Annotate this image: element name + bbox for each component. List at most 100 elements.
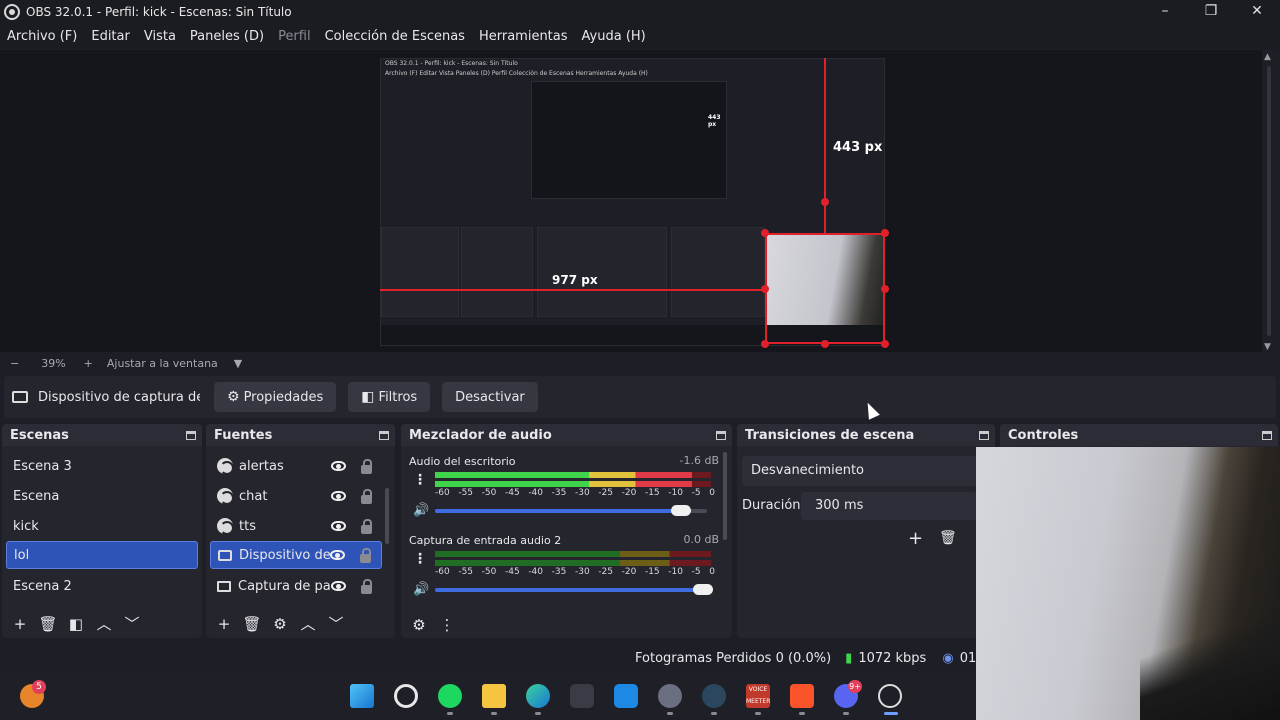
- resize-handle-b[interactable]: [821, 340, 829, 348]
- scene-item[interactable]: Escena 2: [6, 572, 198, 600]
- menu-scene-collection[interactable]: Colección de Escenas: [318, 29, 472, 44]
- properties-button[interactable]: ⚙ Propiedades: [214, 382, 337, 412]
- menu-profile[interactable]: Perfil: [271, 29, 318, 44]
- undock-icon[interactable]: [379, 430, 389, 440]
- trash-icon[interactable]: 🗑: [939, 530, 957, 546]
- scene-item[interactable]: Escena: [6, 482, 198, 510]
- volume-slider[interactable]: [435, 584, 713, 595]
- speaker-icon[interactable]: 🔊: [413, 503, 429, 518]
- resize-handle-br[interactable]: [881, 340, 889, 348]
- lock-icon[interactable]: [361, 519, 372, 534]
- resize-handle-r[interactable]: [881, 285, 889, 293]
- obs-taskbar-icon[interactable]: [878, 684, 902, 708]
- scroll-up-icon[interactable]: ▲: [1264, 52, 1271, 62]
- lock-icon[interactable]: [361, 579, 372, 594]
- menu-edit[interactable]: Editar: [84, 29, 137, 44]
- lock-icon[interactable]: [361, 489, 372, 504]
- zoom-out-button[interactable]: −: [10, 357, 19, 370]
- menu-tools[interactable]: Herramientas: [472, 29, 575, 44]
- mixer-channel: Captura de entrada audio 2 0.0 dB ⋮ -60-…: [409, 533, 719, 597]
- recording-status-icon: ◉: [942, 650, 954, 666]
- minimize-button[interactable]: –: [1142, 0, 1188, 24]
- zoom-dropdown-icon[interactable]: ▼: [234, 357, 242, 370]
- tick: -15: [644, 567, 660, 577]
- more-options-icon[interactable]: ⋮: [433, 616, 461, 634]
- maximize-button[interactable]: ❐: [1188, 0, 1234, 24]
- eye-icon[interactable]: [331, 461, 346, 471]
- spotify-icon[interactable]: [438, 684, 462, 708]
- eye-icon[interactable]: [331, 491, 346, 501]
- outlook-icon[interactable]: [614, 684, 638, 708]
- volume-slider[interactable]: [435, 505, 707, 516]
- menu-view[interactable]: Vista: [137, 29, 183, 44]
- scene-item[interactable]: kick: [6, 512, 198, 540]
- resize-handle-bl[interactable]: [761, 340, 769, 348]
- settings-icon[interactable]: [658, 684, 682, 708]
- transition-select[interactable]: Desvanecimiento: [742, 456, 978, 486]
- lock-icon[interactable]: [360, 548, 371, 563]
- mixer-scrollbar[interactable]: [723, 452, 727, 540]
- windows-start-icon[interactable]: [350, 684, 374, 708]
- scrollbar-track[interactable]: [1267, 66, 1271, 336]
- advanced-audio-icon[interactable]: ⚙: [405, 616, 433, 634]
- resize-handle-l[interactable]: [761, 285, 769, 293]
- source-item-selected[interactable]: Dispositivo de: [210, 541, 382, 569]
- microsoft-store-icon[interactable]: [570, 684, 594, 708]
- volume-slider-handle[interactable]: [671, 505, 691, 516]
- scene-item-selected[interactable]: lol: [6, 541, 198, 569]
- selected-source-name: Dispositivo de captura de v: [38, 389, 200, 405]
- resize-handle-tr[interactable]: [881, 229, 889, 237]
- close-button[interactable]: ✕: [1234, 0, 1280, 24]
- eye-icon[interactable]: [330, 550, 345, 560]
- more-options-icon[interactable]: ⋮: [413, 472, 427, 488]
- undock-icon[interactable]: [1262, 430, 1272, 440]
- menu-help[interactable]: Ayuda (H): [575, 29, 653, 44]
- sources-scrollbar[interactable]: [385, 488, 389, 544]
- voicemeeter-icon[interactable]: VOICE MEETER: [746, 684, 770, 708]
- add-icon[interactable]: +: [6, 615, 34, 633]
- brave-icon[interactable]: [790, 684, 814, 708]
- edge-icon[interactable]: [526, 684, 550, 708]
- filter-icon[interactable]: ◧: [62, 615, 90, 633]
- trash-icon[interactable]: 🗑: [238, 615, 266, 633]
- undock-icon[interactable]: [716, 430, 726, 440]
- menu-file[interactable]: Archivo (F): [0, 29, 84, 44]
- eye-icon[interactable]: [331, 581, 346, 591]
- fit-to-window-label[interactable]: Ajustar a la ventana: [107, 357, 218, 370]
- undock-icon[interactable]: [979, 430, 989, 440]
- file-explorer-icon[interactable]: [482, 684, 506, 708]
- search-icon[interactable]: [394, 684, 418, 708]
- gear-icon[interactable]: ⚙: [266, 615, 294, 633]
- source-item[interactable]: alertas: [210, 452, 382, 480]
- volume-slider-handle[interactable]: [693, 584, 713, 595]
- resize-handle-tl[interactable]: [761, 229, 769, 237]
- trash-icon[interactable]: 🗑: [34, 615, 62, 633]
- preview-scrollbar[interactable]: ▲ ▼: [1264, 52, 1274, 352]
- source-item[interactable]: chat: [210, 482, 382, 510]
- selected-source-bounding-box[interactable]: [765, 233, 885, 344]
- filters-button[interactable]: ◧ Filtros: [348, 382, 431, 412]
- measure-handle[interactable]: [821, 198, 829, 206]
- lock-icon[interactable]: [361, 459, 372, 474]
- scroll-down-icon[interactable]: ▼: [1264, 342, 1271, 352]
- move-up-icon[interactable]: ︿: [90, 613, 118, 634]
- source-name: alertas: [239, 458, 284, 474]
- move-down-icon[interactable]: ﹀: [118, 613, 146, 634]
- controls-title: Controles: [1008, 427, 1079, 443]
- deactivate-button[interactable]: Desactivar: [442, 382, 538, 412]
- duration-input[interactable]: 300 ms: [801, 492, 978, 520]
- speaker-icon[interactable]: 🔊: [413, 582, 429, 597]
- scene-item[interactable]: Escena 3: [6, 452, 198, 480]
- more-options-icon[interactable]: ⋮: [413, 551, 427, 567]
- source-item[interactable]: tts: [210, 512, 382, 540]
- undock-icon[interactable]: [186, 430, 196, 440]
- menu-docks[interactable]: Paneles (D): [183, 29, 271, 44]
- zoom-in-button[interactable]: +: [84, 357, 93, 370]
- steam-icon[interactable]: [702, 684, 726, 708]
- move-down-icon[interactable]: ﹀: [322, 613, 350, 634]
- move-up-icon[interactable]: ︿: [294, 613, 322, 634]
- add-icon[interactable]: +: [210, 615, 238, 633]
- source-item[interactable]: Captura de pa: [210, 572, 382, 600]
- eye-icon[interactable]: [331, 521, 346, 531]
- add-transition-icon[interactable]: +: [908, 528, 923, 549]
